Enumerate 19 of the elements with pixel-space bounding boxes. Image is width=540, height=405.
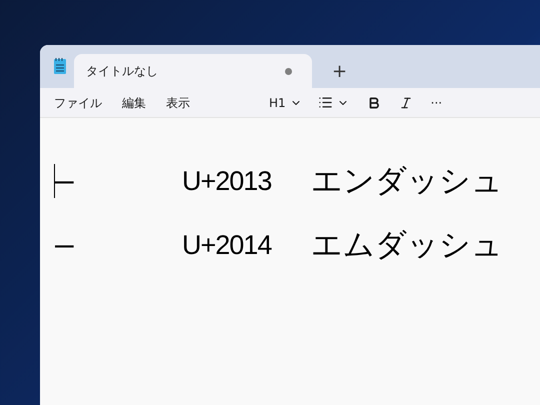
list-icon — [318, 95, 333, 110]
dash-character: – — [55, 162, 74, 200]
bold-icon — [366, 96, 381, 110]
character-name-text: エンダッシュ — [311, 162, 503, 200]
menu-item[interactable]: 編集 — [114, 92, 154, 114]
character-name-text: エムダッシュ — [311, 226, 503, 264]
more-button[interactable]: ··· — [424, 94, 448, 112]
document-tab[interactable]: タイトルなし — [74, 54, 312, 88]
italic-icon — [398, 96, 413, 110]
code-point-text: U+2014 — [182, 229, 273, 262]
notepad-icon — [52, 57, 68, 75]
editor-area[interactable]: – U+2013 エンダッシュ — U+2014 エムダッシュ — [40, 118, 540, 405]
menu-item[interactable]: ファイル — [46, 92, 110, 114]
code-point-text: U+2013 — [182, 165, 272, 198]
new-tab-button[interactable]: + — [318, 54, 362, 88]
menu-item[interactable]: 表示 — [158, 92, 198, 114]
tab-title: タイトルなし — [86, 63, 159, 80]
heading-dropdown[interactable]: H1 — [265, 94, 306, 112]
dash-character: — — [55, 226, 74, 264]
